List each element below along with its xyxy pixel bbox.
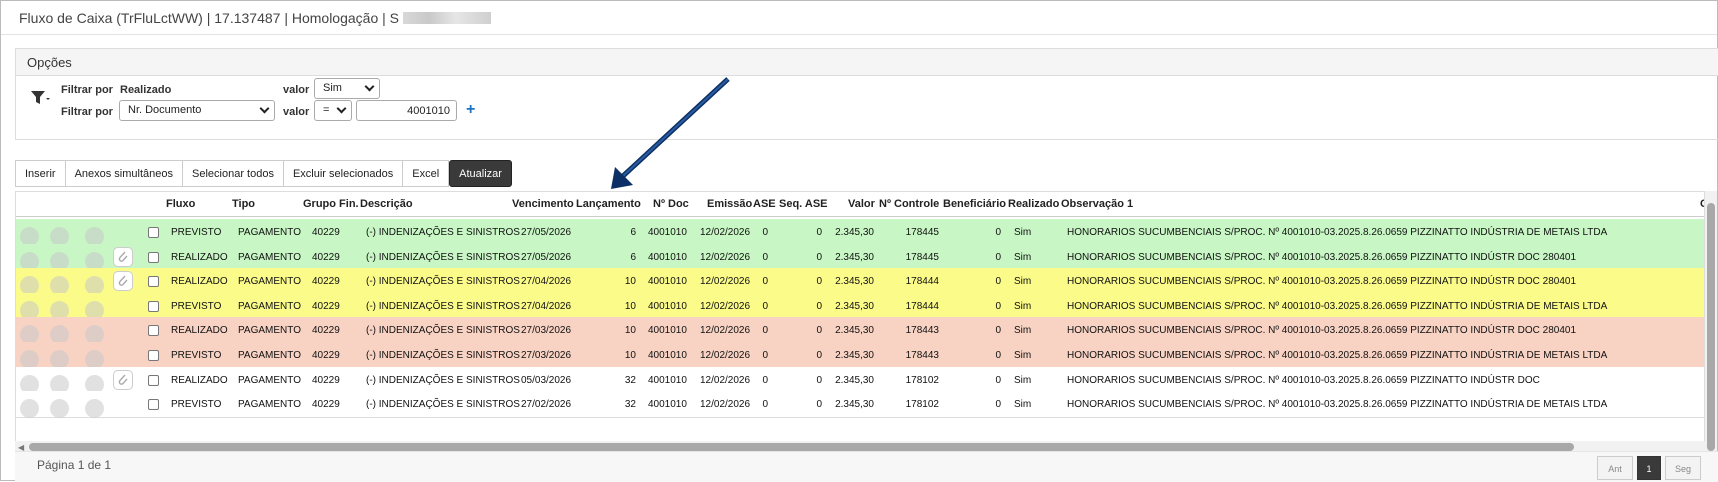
annotation-arrow (611, 77, 730, 189)
app-frame: Fluxo de Caixa (TrFluLctWW) | 17.137487 … (0, 0, 1718, 482)
